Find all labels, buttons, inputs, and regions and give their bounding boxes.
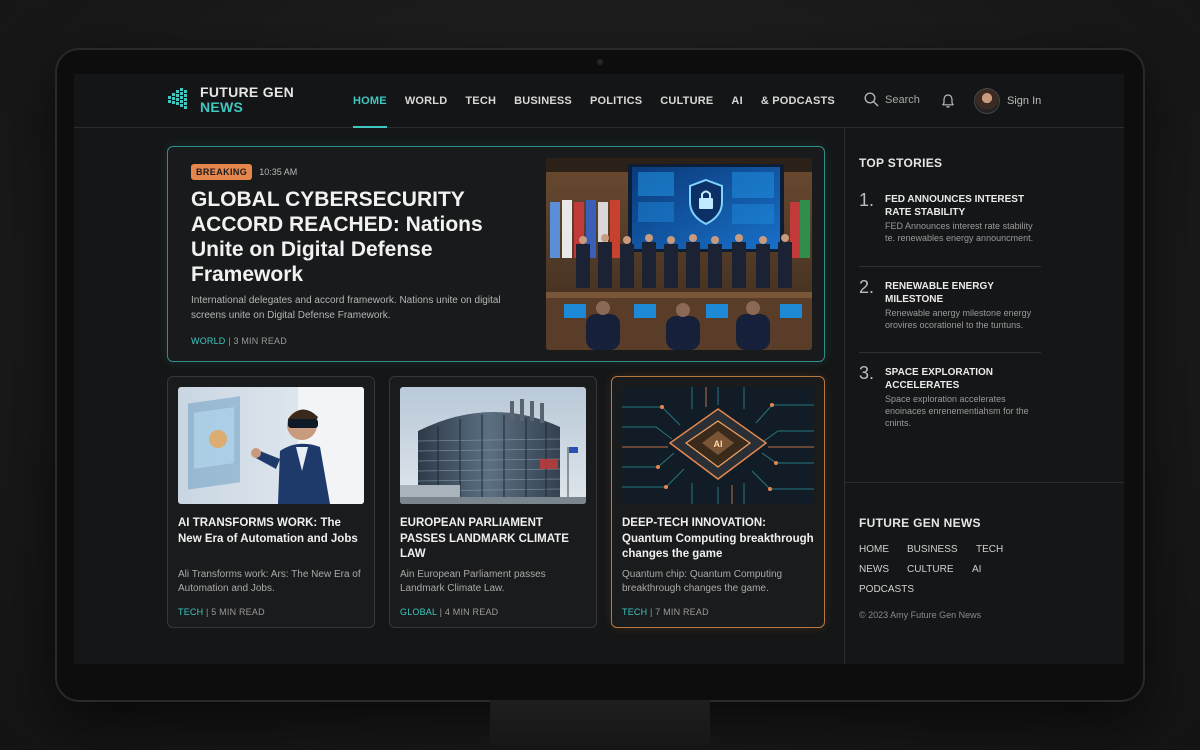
hero-article[interactable]: BREAKING 10:35 AM GLOBAL CYBERSECURITY A…	[167, 146, 825, 362]
story-title[interactable]: RENEWABLE ENERGY MILESTONE	[885, 280, 1045, 306]
card-summary: Quantum chip: Quantum Computing breakthr…	[622, 569, 783, 594]
article-card-ai-work[interactable]: AI TRANSFORMS WORK: The New Era of Autom…	[167, 376, 375, 628]
card-read-time: 5 MIN READ	[211, 607, 265, 617]
main-nav: HOME WORLD TECH BUSINESS POLITICS CULTUR…	[344, 74, 844, 128]
hero-image[interactable]	[546, 158, 812, 350]
footer-link-tech[interactable]: TECH	[976, 544, 1003, 555]
nav-item-home[interactable]: HOME	[345, 74, 395, 128]
card-headline[interactable]: DEEP-TECH INNOVATION: Quantum Computing …	[622, 516, 814, 563]
news-site-screen: FUTURE GEN NEWS HOME WORLD TECH BUSINESS…	[74, 74, 1124, 664]
brand-name-line2: NEWS	[200, 99, 244, 115]
footer-link-news[interactable]: NEWS	[859, 564, 889, 575]
story-summary: FED Announces interest rate stability te…	[885, 221, 1034, 243]
top-stories-heading: TOP STORIES	[859, 156, 943, 170]
card-image-ai-work	[178, 387, 364, 504]
nav-item-culture[interactable]: CULTURE	[652, 74, 721, 128]
user-menu[interactable]: Sign In	[974, 88, 1041, 114]
nav-item-podcasts[interactable]: & PODCASTS	[753, 74, 843, 128]
hero-tagline: WORLD | 3 MIN READ	[191, 336, 287, 346]
quantum-chip-illustration: AI	[622, 387, 814, 504]
article-card-climate-law[interactable]: EUROPEAN PARLIAMENT PASSES LANDMARK CLIM…	[389, 376, 597, 628]
breaking-badge: BREAKING	[191, 164, 253, 180]
sidebar: TOP STORIES 1. FED ANNOUNCES INTEREST RA…	[844, 128, 1124, 664]
card-tagline: TECH | 7 MIN READ	[622, 607, 709, 617]
avatar	[974, 88, 1000, 114]
card-category[interactable]: GLOBAL	[400, 607, 437, 617]
card-image-quantum: AI	[622, 387, 814, 504]
nav-item-world[interactable]: WORLD	[397, 74, 456, 128]
story-summary: Renewable anergy milestone energy orovir…	[885, 308, 1032, 330]
card-headline[interactable]: EUROPEAN PARLIAMENT PASSES LANDMARK CLIM…	[400, 516, 586, 563]
story-title[interactable]: FED ANNOUNCES INTEREST RATE STABILITY	[885, 193, 1045, 219]
card-tagline: GLOBAL | 4 MIN READ	[400, 607, 499, 617]
parliament-building-illustration	[400, 387, 586, 504]
vr-user-illustration	[178, 387, 364, 504]
notification-bell-icon[interactable]	[940, 93, 956, 109]
card-read-time: 4 MIN READ	[444, 607, 499, 617]
footer-link-culture[interactable]: CULTURE	[907, 564, 953, 575]
story-number: 3.	[859, 363, 875, 383]
footer-link-ai[interactable]: AI	[972, 564, 981, 575]
logo-mark-icon	[168, 88, 187, 109]
hero-category[interactable]: WORLD	[191, 336, 226, 346]
top-header: FUTURE GEN NEWS HOME WORLD TECH BUSINESS…	[74, 74, 1124, 128]
article-card-quantum[interactable]: AI DEEP-TECH INNOVATION: Quantum Computi…	[611, 376, 825, 628]
card-tagline: TECH | 5 MIN READ	[178, 607, 265, 617]
hero-read-time: 3 MIN READ	[233, 336, 287, 346]
footer-brand-heading: FUTURE GEN NEWS	[859, 516, 981, 530]
card-category[interactable]: TECH	[622, 607, 647, 617]
story-summary: Space exploration accelerates enoinaces …	[885, 394, 1029, 428]
hero-headline[interactable]: GLOBAL CYBERSECURITY ACCORD REACHED: Nat…	[191, 187, 511, 287]
story-number: 2.	[859, 277, 875, 297]
story-number: 1.	[859, 190, 875, 210]
sign-in-link[interactable]: Sign In	[1007, 95, 1041, 107]
card-category[interactable]: TECH	[178, 607, 203, 617]
card-read-time: 7 MIN READ	[655, 607, 709, 617]
footer-link-business[interactable]: BUSINESS	[907, 544, 958, 555]
card-image-climate-law	[400, 387, 586, 504]
brand-name-line1: FUTURE GEN	[200, 84, 294, 100]
footer-link-podcasts[interactable]: PODCASTS	[859, 584, 914, 595]
hero-timestamp: 10:35 AM	[259, 167, 298, 177]
search-button[interactable]: Search	[864, 92, 920, 107]
search-icon	[864, 92, 879, 107]
hero-summary: International delegates and accord frame…	[191, 295, 501, 321]
card-summary: Ain European Parliament passes Landmark …	[400, 569, 546, 594]
nav-item-tech[interactable]: TECH	[457, 74, 504, 128]
summit-hall-illustration	[546, 158, 812, 350]
sidebar-divider	[845, 482, 1124, 483]
nav-item-ai[interactable]: AI	[723, 74, 750, 128]
card-summary: Ali Transforms work: Ars: The New Era of…	[178, 569, 361, 594]
story-divider	[859, 352, 1041, 353]
copyright-text: © 2023 Amy Future Gen News	[859, 610, 982, 620]
nav-item-politics[interactable]: POLITICS	[582, 74, 650, 128]
story-divider	[859, 266, 1041, 267]
story-title[interactable]: SPACE EXPLORATION ACCELERATES	[885, 366, 1045, 392]
nav-item-business[interactable]: BUSINESS	[506, 74, 580, 128]
monitor-stand	[490, 700, 710, 750]
search-label: Search	[885, 93, 920, 106]
brand-logo[interactable]: FUTURE GEN NEWS	[166, 84, 294, 116]
card-headline[interactable]: AI TRANSFORMS WORK: The New Era of Autom…	[178, 516, 364, 547]
webcam-dot	[597, 59, 603, 65]
svg-text:AI: AI	[714, 439, 723, 449]
footer-link-home[interactable]: HOME	[859, 544, 889, 555]
